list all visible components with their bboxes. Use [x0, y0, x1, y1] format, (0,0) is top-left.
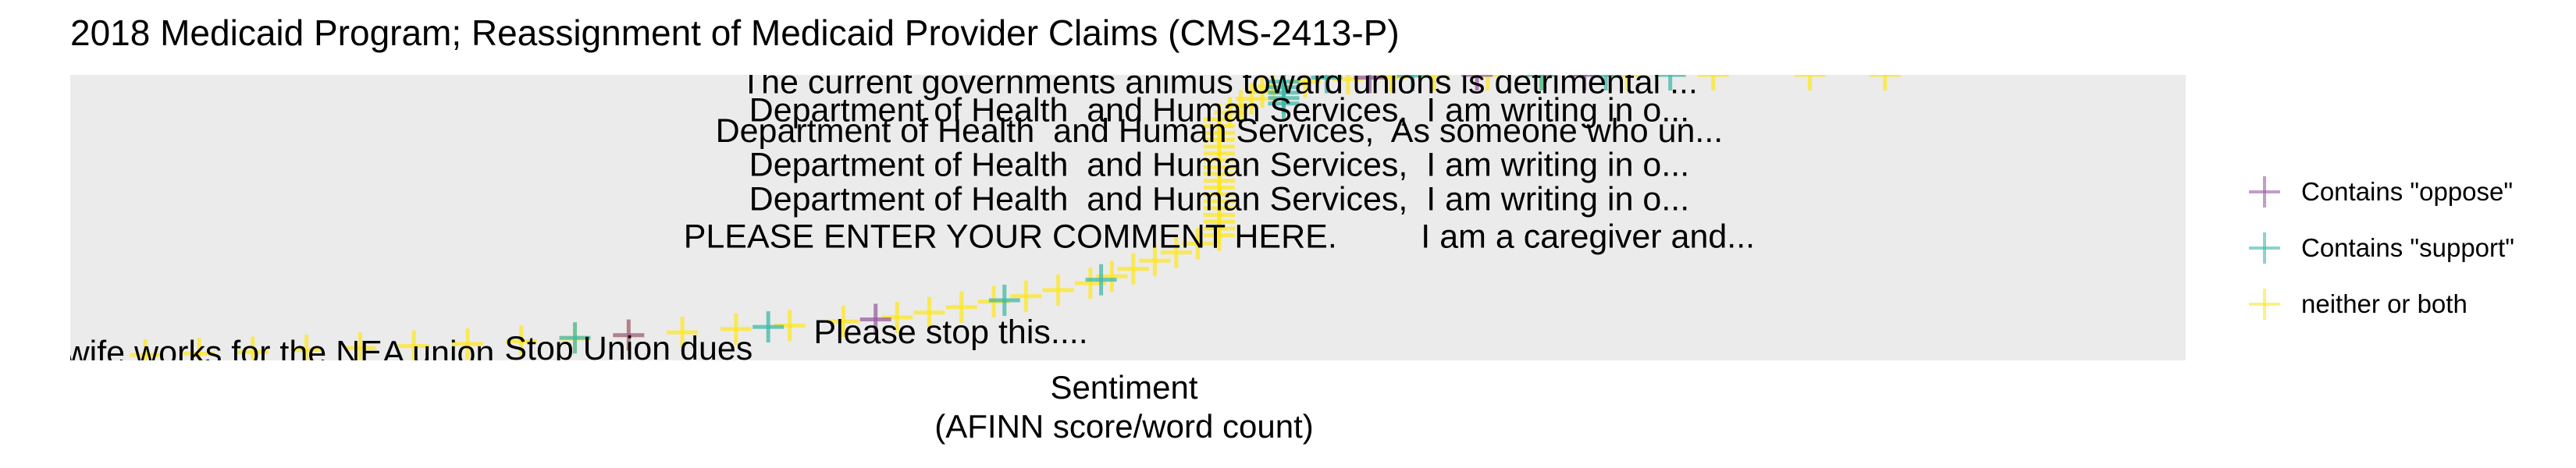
- legend-item-oppose: Contains "oppose": [2240, 164, 2568, 220]
- legend-label-support: Contains "support": [2301, 233, 2514, 262]
- x-axis-label: Sentiment (AFINN score/word count): [898, 368, 1350, 446]
- legend-item-neither: neither or both: [2240, 276, 2568, 332]
- point-annotation-2: Department of Health and Human Services,…: [716, 112, 1724, 150]
- legend-key-neither-icon: [2240, 281, 2287, 328]
- legend-key-support-icon: [2240, 225, 2287, 271]
- point-annotation-8: my wife works for the NEA union: [11, 334, 494, 371]
- legend-key-oppose-icon: [2240, 168, 2287, 215]
- point-annotation-7: Stop Union dues: [504, 330, 753, 367]
- point-annotation-3: Department of Health and Human Services,…: [749, 147, 1690, 184]
- legend-label-neither: neither or both: [2301, 289, 2467, 318]
- legend-label-oppose: Contains "oppose": [2301, 177, 2514, 206]
- x-axis-label-line-1: Sentiment: [1050, 369, 1198, 406]
- point-annotation-6: Please stop this....: [813, 314, 1087, 351]
- legend: Contains "oppose" Contains "support" nei…: [2240, 164, 2568, 332]
- point-annotation-4: Department of Health and Human Services,…: [749, 180, 1690, 218]
- legend-item-support: Contains "support": [2240, 220, 2568, 276]
- point-annotation-5: PLEASE ENTER YOUR COMMENT HERE. I am a c…: [684, 218, 1755, 256]
- x-axis-label-line-2: (AFINN score/word count): [934, 408, 1314, 445]
